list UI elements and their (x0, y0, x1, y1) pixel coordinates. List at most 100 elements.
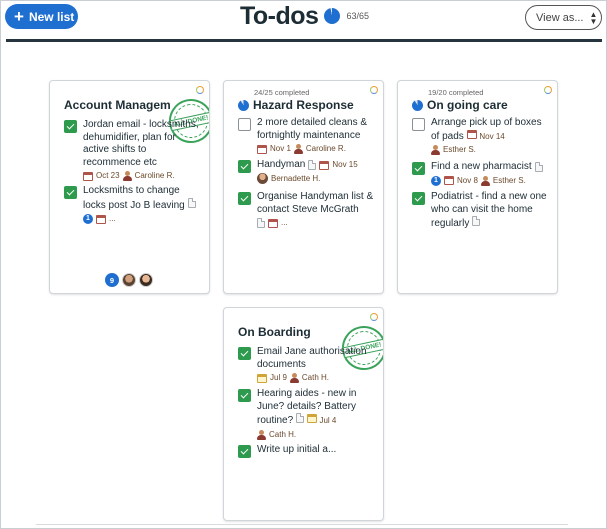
person-icon (293, 144, 303, 155)
todo-text[interactable]: Handyman Nov 15 (257, 159, 358, 172)
list-options-icon[interactable] (370, 86, 378, 94)
todo-text[interactable]: Jordan email - locksmiths, dehumidifier,… (83, 119, 204, 169)
person-icon (122, 171, 132, 182)
due-date: Nov 8 (457, 175, 478, 185)
todo-list-on-boarding[interactable]: On Boarding ALL DONE! Email Jane authori… (223, 307, 384, 521)
calendar-icon (466, 129, 477, 139)
todo-text[interactable]: Organise Handyman list & contact Steve M… (257, 191, 378, 216)
todo-item[interactable]: Jordan email - locksmiths, dehumidifier,… (64, 119, 204, 183)
list-options-icon[interactable] (196, 86, 204, 94)
header-divider (6, 39, 602, 42)
person-icon (431, 145, 440, 156)
progress-pie-icon (412, 99, 423, 111)
todo-text[interactable]: 2 more detailed cleans & fortnightly mai… (257, 117, 378, 142)
assignee: Cath H. (301, 373, 330, 382)
todo-item[interactable]: Find a new pharmacist 1 Nov 8 Esther S. (412, 161, 552, 187)
todo-text[interactable]: Find a new pharmacist (431, 161, 543, 174)
list-title[interactable]: Account Managem (64, 98, 171, 112)
checkbox-unchecked[interactable] (238, 118, 251, 131)
person-icon (480, 175, 490, 186)
avatar (122, 273, 136, 287)
more-indicator: ... (109, 214, 116, 223)
list-options-icon[interactable] (370, 313, 378, 321)
progress-pie-icon (324, 8, 341, 24)
due-date: Oct 23 (96, 171, 120, 180)
checkbox-checked[interactable] (412, 162, 425, 175)
calendar-icon (319, 160, 330, 170)
todo-text[interactable]: Locksmiths to change locks post Jo B lea… (83, 185, 204, 212)
new-list-button[interactable]: + New list (5, 4, 78, 29)
note-icon (534, 162, 543, 173)
todo-text[interactable]: Arrange pick up of boxes of pads Nov 14 (431, 117, 552, 143)
assignee-avatar (257, 173, 268, 185)
checkbox-checked[interactable] (238, 160, 251, 173)
todo-text[interactable]: Podiatrist - find a new one who can visi… (431, 191, 552, 231)
more-indicator: ... (281, 218, 288, 227)
todo-text[interactable]: Write up initial a... (257, 444, 336, 457)
up-down-chevron-icon: ▲ ▼ (589, 9, 598, 26)
person-icon (257, 429, 266, 440)
todo-list-hazard-response[interactable]: 24/25 completed Hazard Response 2 more d… (223, 80, 384, 294)
todo-item[interactable]: Handyman Nov 15 Bernadette H. (238, 159, 378, 185)
assignee: Esther S. (443, 145, 476, 154)
due-date: Nov 15 (332, 160, 358, 169)
todo-item[interactable]: Locksmiths to change locks post Jo B lea… (64, 185, 204, 226)
todo-text[interactable]: Email Jane authorisation documents (257, 346, 378, 371)
due-date: Nov 1 (270, 144, 291, 153)
todo-item[interactable]: Write up initial a... (238, 444, 378, 458)
progress-count: 63/65 (346, 11, 369, 21)
todo-item[interactable]: Arrange pick up of boxes of pads Nov 14 … (412, 117, 552, 157)
checkbox-unchecked[interactable] (412, 118, 425, 131)
todo-item[interactable]: Organise Handyman list & contact Steve M… (238, 191, 378, 230)
assignee: Bernadette H. (271, 173, 321, 183)
new-list-label: New list (28, 9, 75, 24)
note-icon (295, 413, 304, 423)
assignee: Esther S. (492, 175, 526, 185)
todo-item[interactable]: Email Jane authorisation documents Jul 9… (238, 346, 378, 385)
list-title[interactable]: On going care (412, 98, 508, 112)
checkbox-checked[interactable] (238, 347, 251, 360)
checkbox-checked[interactable] (64, 120, 77, 133)
header: + New list To-dos 63/65 View as... ▲ ▼ (0, 0, 607, 42)
todo-list-on-going-care[interactable]: 19/20 completed On going care Arrange pi… (397, 80, 558, 294)
calendar-icon (96, 214, 106, 224)
assignee: Caroline R. (134, 171, 175, 180)
due-date: Nov 14 (479, 131, 505, 141)
checkbox-checked[interactable] (238, 192, 251, 205)
list-title[interactable]: On Boarding (238, 325, 311, 339)
todo-item[interactable]: Hearing aides - new in June? details? Ba… (238, 388, 378, 441)
note-icon (257, 218, 265, 229)
assignee: Cath H. (269, 429, 297, 439)
note-icon (472, 216, 481, 226)
view-as-select[interactable]: View as... ▲ ▼ (525, 5, 602, 30)
checkbox-checked[interactable] (238, 445, 251, 458)
due-date: Jul 9 (270, 373, 287, 382)
list-title[interactable]: Hazard Response (238, 98, 354, 112)
todo-item[interactable]: Podiatrist - find a new one who can visi… (412, 191, 552, 231)
comment-count-badge: 1 (83, 214, 93, 225)
calendar-icon (444, 176, 454, 186)
note-icon (187, 197, 196, 208)
checkbox-checked[interactable] (238, 389, 251, 402)
calendar-icon (306, 414, 317, 423)
subscribers[interactable]: 9 (105, 273, 153, 287)
completed-count: 19/20 completed (428, 88, 484, 97)
todo-list-account-management[interactable]: Account Managem ALL DONE! Jordan email -… (49, 80, 210, 294)
checkbox-checked[interactable] (412, 192, 425, 205)
todo-text[interactable]: Hearing aides - new in June? details? Ba… (257, 388, 378, 428)
title-group: To-dos 63/65 (240, 0, 369, 32)
assignee: Caroline R. (305, 144, 346, 153)
avatar (139, 273, 153, 287)
progress-pie-icon (238, 99, 249, 111)
todo-item[interactable]: 2 more detailed cleans & fortnightly mai… (238, 117, 378, 156)
calendar-icon (268, 218, 278, 228)
calendar-icon (83, 171, 93, 181)
plus-icon: + (14, 7, 24, 26)
list-options-icon[interactable] (544, 86, 552, 94)
bottom-divider (36, 524, 568, 525)
subscriber-count-badge: 9 (105, 273, 119, 287)
calendar-icon (257, 373, 267, 383)
completed-count: 24/25 completed (254, 88, 310, 97)
checkbox-checked[interactable] (64, 186, 77, 199)
view-as-label: View as... (536, 11, 584, 24)
